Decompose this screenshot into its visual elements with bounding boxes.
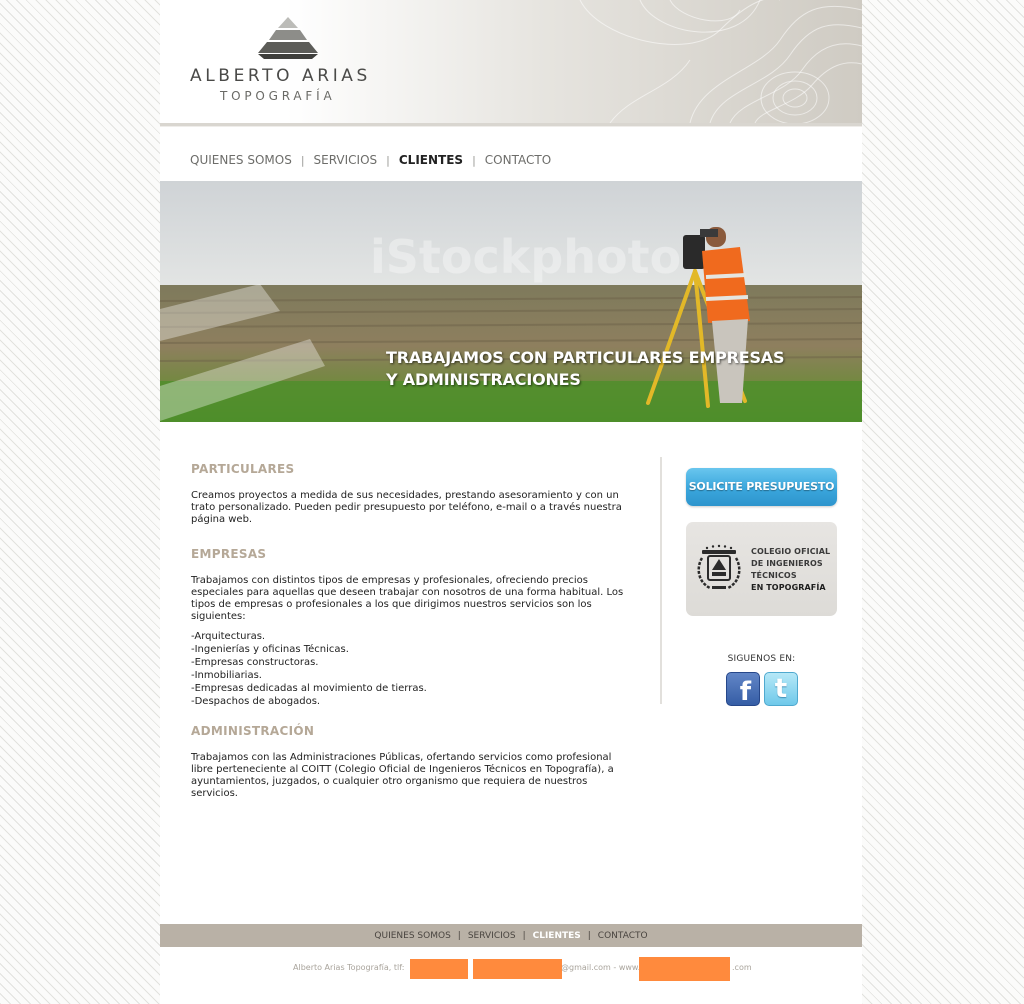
page: ALBERTO ARIAS TOPOGRAFÍA QUIENES SOMOS |…: [160, 0, 862, 1004]
footer-email-suffix: @gmail.com - www.: [561, 963, 641, 972]
brand-name: ALBERTO ARIAS: [190, 66, 371, 86]
list-item: -Ingenierías y oficinas Técnicas.: [191, 644, 349, 655]
section-text-administracion: Trabajamos con las Administraciones Públ…: [191, 752, 614, 799]
footer-nav-servicios[interactable]: SERVICIOS: [468, 931, 516, 941]
footer-nav-separator: |: [522, 930, 526, 941]
redacted-email: [473, 959, 562, 979]
hero-title-line-1: TRABAJAMOS CON PARTICULARES EMPRESAS: [386, 348, 785, 367]
list-item: -Arquitecturas.: [191, 631, 266, 642]
footer-web-suffix: .com: [732, 963, 752, 972]
pyramid-logo-icon: [258, 17, 318, 59]
nav-separator: |: [300, 153, 305, 167]
section-title-empresas: EMPRESAS: [191, 547, 267, 561]
coitt-line-3: TÉCNICOS: [751, 571, 797, 580]
nav-separator: |: [472, 153, 476, 167]
coitt-text: COLEGIO OFICIAL DE INGENIEROS TÉCNICOS E…: [751, 546, 835, 594]
list-item: -Despachos de abogados.: [191, 696, 321, 707]
coitt-line-1: COLEGIO OFICIAL: [751, 547, 831, 556]
section-title-particulares: PARTICULARES: [191, 462, 295, 476]
nav-clientes[interactable]: CLIENTES: [399, 153, 463, 167]
section-title-administracion: ADMINISTRACIÓN: [191, 724, 315, 738]
coitt-line-2: DE INGENIEROS: [751, 559, 823, 568]
nav-quienes-somos[interactable]: QUIENES SOMOS: [190, 153, 292, 167]
footer-company-phone-label: Alberto Arias Topografía, tlf:: [293, 963, 405, 972]
request-quote-button[interactable]: SOLICITE PRESUPUESTO: [686, 468, 837, 506]
list-item: -Inmobiliarias.: [191, 670, 262, 681]
follow-us-label: SIGUENOS EN:: [727, 654, 796, 664]
redacted-phone: [410, 959, 468, 979]
coitt-badge-link[interactable]: COLEGIO OFICIAL DE INGENIEROS TÉCNICOS E…: [686, 522, 837, 616]
section-text-particulares: Creamos proyectos a medida de sus necesi…: [191, 490, 622, 525]
topographic-contours-decoration: [579, 0, 862, 123]
brand-subtitle: TOPOGRAFÍA: [220, 89, 336, 103]
list-item: -Empresas constructoras.: [191, 657, 319, 668]
coitt-line-4: EN TOPOGRAFÍA: [751, 583, 826, 592]
footer-nav-separator: |: [587, 930, 591, 941]
twitter-button[interactable]: t: [764, 672, 798, 706]
facebook-button[interactable]: f: [726, 672, 760, 706]
list-item: -Empresas dedicadas al movimiento de tie…: [191, 683, 427, 694]
twitter-icon: t: [774, 674, 788, 704]
footer-nav-quienes-somos[interactable]: QUIENES SOMOS: [374, 931, 450, 941]
header-divider-light: [160, 126, 862, 127]
nav-servicios[interactable]: SERVICIOS: [314, 153, 378, 167]
watermark-text: iStockphoto: [370, 230, 681, 284]
hero-title: TRABAJAMOS CON PARTICULARES EMPRESAS Y A…: [386, 347, 846, 391]
facebook-icon: f: [739, 677, 751, 706]
redacted-website: [639, 957, 730, 981]
section-text-empresas: Trabajamos con distintos tipos de empres…: [191, 575, 624, 622]
main-content: PARTICULARES Creamos proyectos a medida …: [191, 462, 631, 800]
empresas-list: -Arquitecturas. -Ingenierías y oficinas …: [191, 630, 631, 708]
content-divider: [660, 457, 662, 704]
header: ALBERTO ARIAS TOPOGRAFÍA: [160, 0, 862, 123]
nav-separator: |: [386, 153, 390, 167]
hero-banner: iStockphoto TRABAJAMOS CON PARTICULARES …: [160, 181, 862, 422]
coitt-emblem-icon: [697, 544, 741, 590]
footer-nav-contacto[interactable]: CONTACTO: [598, 931, 648, 941]
main-nav: QUIENES SOMOS | SERVICIOS | CLIENTES | C…: [190, 151, 551, 169]
footer-nav: QUIENES SOMOS | SERVICIOS | CLIENTES | C…: [160, 924, 862, 947]
footer-nav-clientes[interactable]: CLIENTES: [533, 931, 581, 941]
hero-title-line-2: Y ADMINISTRACIONES: [386, 370, 581, 389]
nav-contacto[interactable]: CONTACTO: [485, 153, 551, 167]
footer-nav-separator: |: [457, 930, 461, 941]
